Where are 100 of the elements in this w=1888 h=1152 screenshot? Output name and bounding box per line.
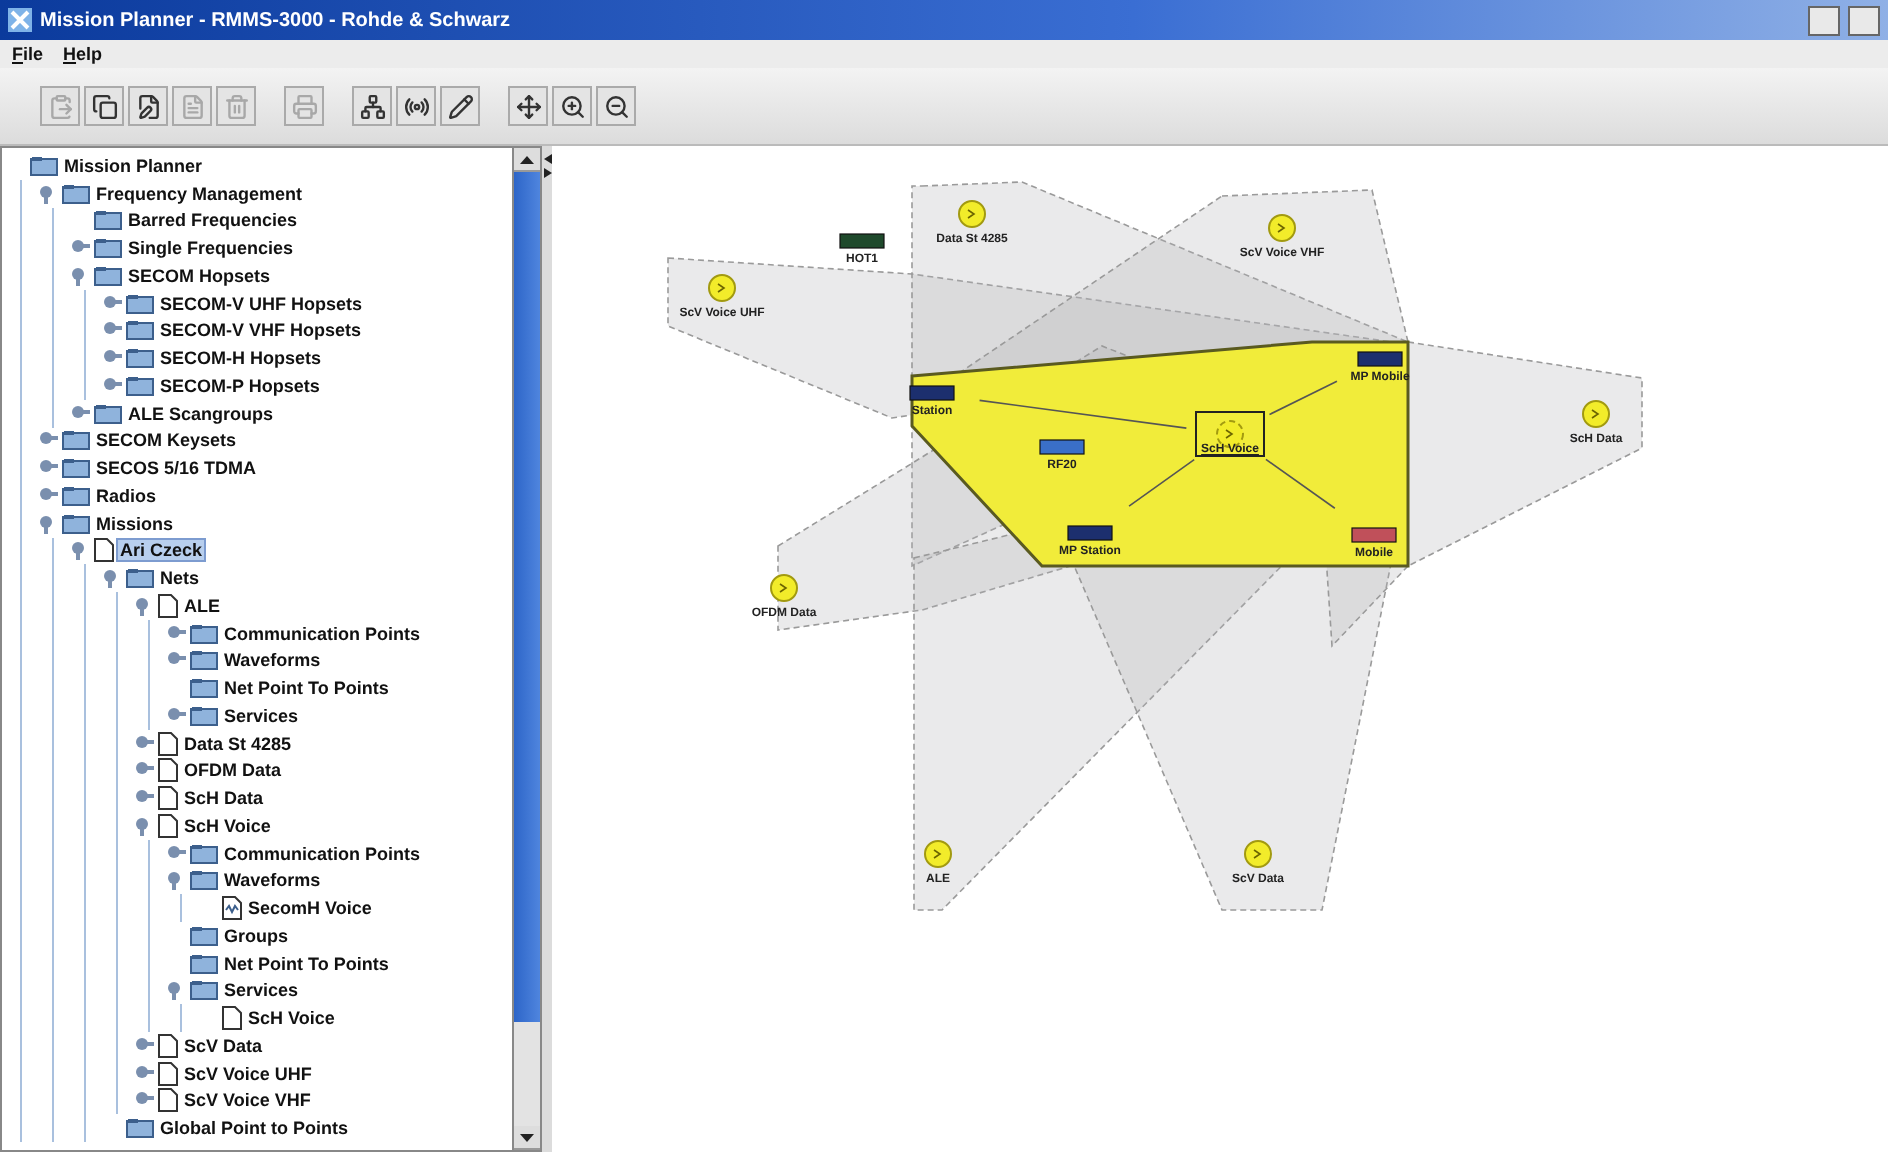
scrollbar[interactable] bbox=[514, 146, 542, 1152]
toolbar-button[interactable] bbox=[508, 86, 548, 126]
radio-icon[interactable] bbox=[1357, 351, 1403, 367]
expand-toggle[interactable] bbox=[38, 183, 58, 204]
tree-item[interactable]: Net Point To Points bbox=[222, 678, 391, 699]
expand-toggle[interactable] bbox=[102, 293, 122, 314]
expand-toggle[interactable] bbox=[102, 375, 122, 396]
tree-item[interactable]: ALE bbox=[182, 595, 222, 616]
toolbar-button[interactable] bbox=[552, 86, 592, 126]
tree-item[interactable]: Single Frequencies bbox=[126, 238, 296, 259]
expand-toggle[interactable] bbox=[166, 980, 186, 1001]
tree-item[interactable]: ScV Voice VHF bbox=[182, 1090, 313, 1111]
tree-item[interactable]: SECOM-P Hopsets bbox=[158, 375, 322, 396]
folder-icon bbox=[126, 293, 154, 314]
radio-icon[interactable] bbox=[1067, 525, 1113, 541]
menu-item[interactable]: Help bbox=[63, 44, 103, 64]
expand-toggle[interactable] bbox=[134, 815, 154, 836]
scroll-up-icon[interactable] bbox=[520, 155, 534, 163]
folder-icon bbox=[126, 320, 154, 341]
tree-item[interactable]: ScH Data bbox=[182, 788, 266, 809]
tree-item[interactable]: ScH Voice bbox=[246, 1008, 337, 1029]
radio-icon[interactable] bbox=[1039, 439, 1085, 455]
waveform-document-icon bbox=[222, 896, 242, 921]
tree-item[interactable]: Missions bbox=[94, 513, 176, 534]
tree-item[interactable]: Mission Planner bbox=[62, 155, 205, 176]
folder-icon bbox=[30, 155, 58, 176]
network-icon bbox=[359, 93, 385, 119]
tree-item[interactable]: Radios bbox=[94, 485, 159, 506]
toolbar-button[interactable] bbox=[352, 86, 392, 126]
maximize-button[interactable] bbox=[1848, 5, 1880, 35]
tree-item[interactable]: OFDM Data bbox=[182, 760, 284, 781]
expand-toggle[interactable] bbox=[38, 485, 58, 506]
toolbar-button[interactable] bbox=[128, 86, 168, 126]
folder-icon bbox=[190, 650, 218, 671]
copy-icon bbox=[91, 93, 117, 119]
tree-item[interactable]: ScV Voice UHF bbox=[182, 1063, 314, 1084]
tree-item[interactable]: Communication Points bbox=[222, 843, 423, 864]
tree-item[interactable]: SECOS 5/16 TDMA bbox=[94, 458, 259, 479]
tree-item[interactable]: Ari Czeck bbox=[118, 540, 205, 561]
folder-icon bbox=[62, 513, 90, 534]
tree-item[interactable]: Barred Frequencies bbox=[126, 210, 300, 231]
expand-toggle[interactable] bbox=[70, 403, 90, 424]
tree-item[interactable]: ScV Data bbox=[182, 1035, 265, 1056]
radio-icon bbox=[403, 93, 429, 119]
tree-item[interactable]: Communication Points bbox=[222, 623, 423, 644]
menu-item[interactable]: File bbox=[12, 44, 44, 64]
folder-icon bbox=[190, 980, 218, 1001]
link-line bbox=[1265, 458, 1336, 510]
expand-toggle[interactable] bbox=[38, 513, 58, 534]
folder-icon bbox=[126, 348, 154, 369]
tree-item[interactable]: Frequency Management bbox=[94, 183, 305, 204]
expand-toggle[interactable] bbox=[166, 843, 186, 864]
tree-item[interactable]: Waveforms bbox=[222, 870, 323, 891]
expand-toggle[interactable] bbox=[70, 540, 90, 561]
tree-item[interactable]: Services bbox=[222, 980, 301, 1001]
tree-item[interactable]: ALE Scangroups bbox=[126, 403, 276, 424]
folder-icon bbox=[126, 375, 154, 396]
folder-icon bbox=[62, 458, 90, 479]
expand-toggle[interactable] bbox=[102, 568, 122, 589]
expand-toggle[interactable] bbox=[166, 623, 186, 644]
folder-icon bbox=[62, 485, 90, 506]
toolbar-button[interactable] bbox=[596, 86, 636, 126]
tree-item[interactable]: ScH Voice bbox=[182, 815, 273, 836]
tree-item[interactable]: Services bbox=[222, 705, 301, 726]
tree-item[interactable]: SECOM-V UHF Hopsets bbox=[158, 293, 365, 314]
minimize-button[interactable] bbox=[1808, 5, 1840, 35]
tree-item[interactable]: Waveforms bbox=[222, 650, 323, 671]
radio-icon[interactable] bbox=[909, 385, 955, 401]
folder-icon bbox=[94, 265, 122, 286]
tree-item[interactable]: Data St 4285 bbox=[182, 733, 294, 754]
radio-icon[interactable] bbox=[839, 233, 885, 249]
move-icon bbox=[515, 93, 541, 119]
tree-item[interactable]: SECOM-H Hopsets bbox=[158, 348, 324, 369]
app-icon bbox=[8, 8, 32, 32]
tree-item[interactable]: Net Point To Points bbox=[222, 953, 391, 974]
expand-toggle[interactable] bbox=[166, 870, 186, 891]
tree-item[interactable]: SecomH Voice bbox=[246, 898, 374, 919]
expand-toggle[interactable] bbox=[134, 595, 154, 616]
toolbar-button[interactable] bbox=[84, 86, 124, 126]
expand-toggle[interactable] bbox=[70, 265, 90, 286]
document-icon bbox=[222, 1006, 242, 1031]
zoom-in-icon bbox=[559, 93, 585, 119]
tree-item[interactable]: SECOM Keysets bbox=[94, 430, 239, 451]
radio-icon[interactable] bbox=[1351, 527, 1397, 543]
scroll-down-icon[interactable] bbox=[520, 1133, 534, 1141]
expand-toggle[interactable] bbox=[134, 1063, 154, 1084]
tree-item[interactable]: Groups bbox=[222, 925, 291, 946]
toolbar-button[interactable] bbox=[440, 86, 480, 126]
expand-toggle[interactable] bbox=[166, 705, 186, 726]
tree-item[interactable]: SECOM Hopsets bbox=[126, 265, 273, 286]
tree-item[interactable]: Global Point to Points bbox=[158, 1118, 350, 1139]
folder-icon bbox=[190, 678, 218, 699]
expand-toggle[interactable] bbox=[134, 733, 154, 754]
document-icon bbox=[158, 1088, 178, 1113]
tree-item[interactable]: SECOM-V VHF Hopsets bbox=[158, 320, 364, 341]
toolbar-button[interactable] bbox=[396, 86, 436, 126]
document-icon bbox=[158, 758, 178, 783]
folder-icon bbox=[94, 210, 122, 231]
tree-item[interactable]: Nets bbox=[158, 568, 202, 589]
expand-toggle[interactable] bbox=[134, 1035, 154, 1056]
